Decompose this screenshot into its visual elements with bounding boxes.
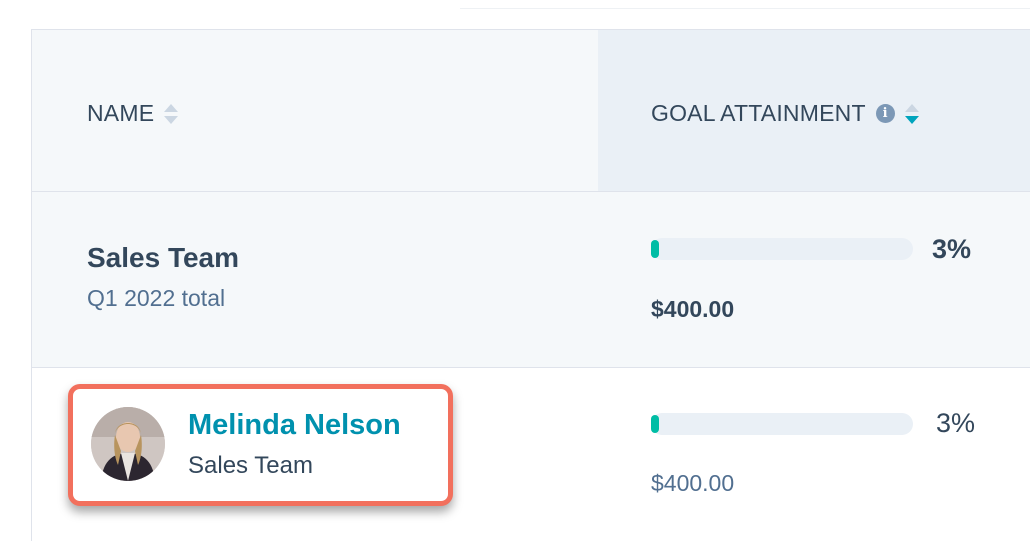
- progress-bar-fill: [651, 415, 659, 433]
- avatar[interactable]: [91, 407, 165, 481]
- sort-down-icon: [164, 115, 179, 124]
- sort-icon[interactable]: [904, 103, 919, 124]
- name-column-header[interactable]: NAME: [87, 100, 179, 127]
- goal-percent: 3%: [936, 408, 976, 438]
- progress-bar: [651, 238, 913, 260]
- progress-bar-fill: [651, 240, 659, 258]
- team-name: Sales Team: [87, 242, 240, 273]
- sort-up-icon: [904, 103, 919, 112]
- name-column-label: NAME: [87, 100, 155, 126]
- goal-amount: $400.00: [651, 470, 735, 496]
- top-divider: [460, 0, 1030, 9]
- user-team: Sales Team: [188, 452, 313, 479]
- goal-attainment-column-header[interactable]: GOAL ATTAINMENT i: [651, 100, 919, 127]
- sort-icon[interactable]: [164, 103, 179, 124]
- info-icon[interactable]: i: [875, 104, 895, 123]
- table-row-team-total: Sales Team Q1 2022 total 3% $400.00: [32, 192, 1030, 368]
- goal-percent: 3%: [932, 234, 972, 264]
- table-header-row: NAME GOAL ATTAINMENT i: [32, 30, 1030, 192]
- team-period-total: Q1 2022 total: [87, 285, 226, 311]
- table-row-user: Melinda Nelson Sales Team 3% $400.00: [32, 368, 1030, 542]
- user-name-link[interactable]: Melinda Nelson: [188, 409, 401, 442]
- sort-down-active-icon: [904, 115, 919, 124]
- highlighted-user-cell[interactable]: Melinda Nelson Sales Team: [68, 384, 453, 506]
- user-avatar-image: [91, 407, 165, 481]
- goal-attainment-table: NAME GOAL ATTAINMENT i Sales Team Q1 202…: [31, 29, 1030, 542]
- goal-amount: $400.00: [651, 296, 735, 322]
- sort-up-icon: [164, 103, 179, 112]
- progress-bar: [651, 413, 913, 435]
- goal-attainment-column-label: GOAL ATTAINMENT: [651, 100, 866, 126]
